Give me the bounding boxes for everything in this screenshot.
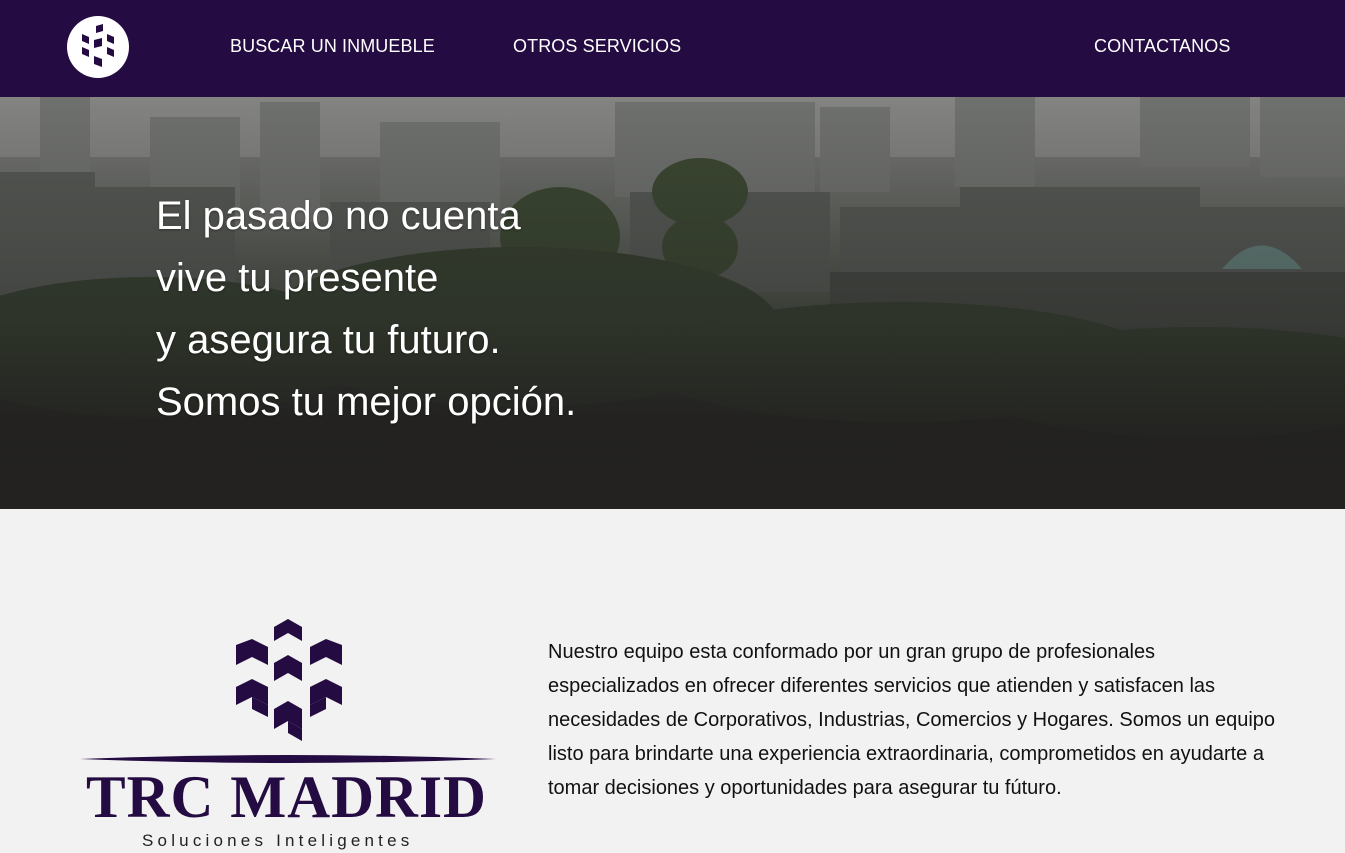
brand-cube-logo-icon (236, 619, 342, 741)
nav-link-otros-servicios[interactable]: OTROS SERVICIOS (513, 36, 681, 57)
brand-name: TRC MADRID (86, 764, 487, 830)
hero-slogan-line: vive tu presente (156, 256, 439, 300)
hero-slogan: El pasado no cuenta vive tu presente y a… (156, 185, 576, 433)
top-navbar: BUSCAR UN INMUEBLE OTROS SERVICIOS CONTA… (0, 0, 1345, 97)
hero-slogan-line: El pasado no cuenta (156, 194, 521, 238)
hero-slogan-line: Somos tu mejor opción. (156, 380, 577, 424)
hero-banner: El pasado no cuenta vive tu presente y a… (0, 97, 1345, 509)
nav-link-contactanos[interactable]: CONTACTANOS (1094, 36, 1230, 57)
about-description: Nuestro equipo esta conformado por un gr… (548, 641, 1276, 799)
logo-icon-graphic (82, 24, 114, 67)
hero-slogan-line: y asegura tu futuro. (156, 318, 501, 362)
nav-link-buscar-inmueble[interactable]: BUSCAR UN INMUEBLE (230, 36, 435, 57)
cube-cluster-logo-icon[interactable] (67, 16, 129, 78)
brand-tagline: Soluciones Inteligentes (142, 831, 414, 850)
about-section: TRC MADRID Soluciones Inteligentes Nuest… (0, 509, 1345, 853)
